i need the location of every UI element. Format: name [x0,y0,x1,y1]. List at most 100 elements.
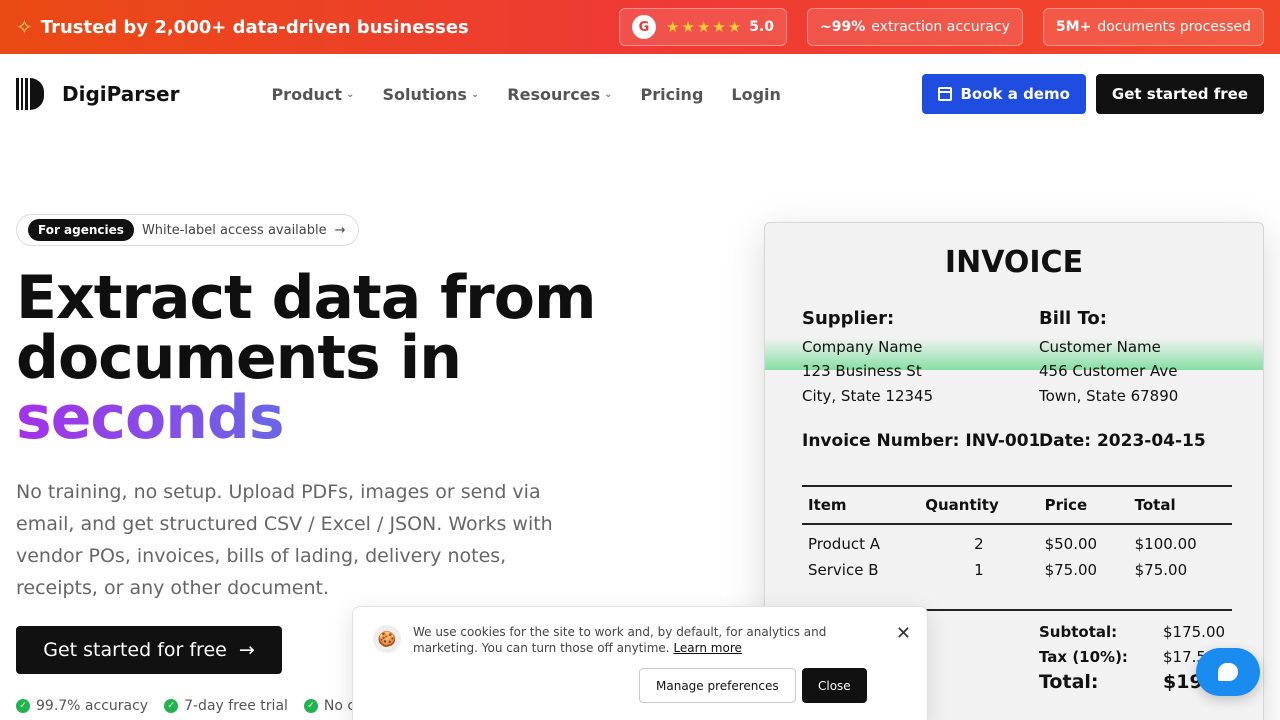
trust-message: ✧ Trusted by 2,000+ data-driven business… [16,15,469,39]
headline-accent: seconds [16,383,285,453]
nav-item-product[interactable]: Product ⌄ [271,85,354,104]
bill-to-block: Bill To: Customer Name 456 Customer Ave … [1039,307,1178,408]
badge-tag: For agencies [28,219,134,241]
cell: 1 [974,561,984,579]
get-started-for-free-button[interactable]: Get started for free → [16,626,282,674]
cta-label: Get started for free [43,639,227,661]
total-label: Tax (10%): [1039,647,1128,666]
star-rating-icon: ★★★★★ [665,18,744,36]
supplier-heading: Supplier: [802,308,895,329]
table-row: Service B 1 $75.00 $75.00 [802,557,1232,583]
cell: $75.00 [1044,561,1098,579]
nav-item-resources[interactable]: Resources ⌄ [507,85,612,104]
documents-pill: 5M+ documents processed [1042,8,1264,46]
chat-launcher-button[interactable] [1196,648,1260,696]
subtotal-row: Subtotal: $175.00 [1039,619,1263,644]
supplier-line: 123 Business St [802,362,922,380]
calendar-icon [938,87,953,101]
column-header: Total [1128,485,1232,525]
chevron-down-icon: ⌄ [470,88,480,100]
close-icon[interactable]: ✕ [896,623,911,644]
badge-text: White-label access available [141,222,327,238]
nav-item-login[interactable]: Login [731,85,781,104]
top-banner: ✧ Trusted by 2,000+ data-driven business… [0,0,1280,54]
supplier-line: Company Name [802,337,923,356]
nav-item-pricing[interactable]: Pricing [640,85,703,104]
trust-text: Trusted by 2,000+ data-driven businesses [40,16,469,38]
sparkle-icon: ✧ [16,15,33,39]
feature-label: No c [323,698,356,714]
nav-actions: Book a demo Get started free [922,74,1264,114]
feature-label: 7-day free trial [184,698,288,714]
invoice-number: Invoice Number: INV-001 [802,431,1041,451]
learn-more-link[interactable]: Learn more [673,641,741,655]
nav-menu: Product ⌄ Solutions ⌄ Resources ⌄ Pricin… [271,85,780,104]
feature-item: ✓ No c [303,698,356,714]
cell: $50.00 [1044,535,1098,553]
close-button[interactable]: Close [802,668,867,703]
total-label: Subtotal: [1039,622,1118,641]
check-circle-icon: ✓ [164,699,179,713]
column-header: Item [802,485,920,525]
cell: Service B [808,561,879,579]
total-label: Total: [1039,670,1099,693]
cell: 2 [974,535,984,553]
invoice-items-table: Item Quantity Price Total Product A 2 $5… [802,485,1232,583]
chat-bubble-icon [1218,663,1238,681]
nav-item-label: Resources [507,84,601,104]
feature-item: ✓ 99.7% accuracy [16,698,148,714]
feature-item: ✓ 7-day free trial [164,698,288,714]
g2-logo-icon: G [631,15,656,39]
arrow-right-icon: → [334,222,346,238]
nav-item-label: Solutions [382,84,467,104]
cell: $100.00 [1134,535,1197,553]
nav-item-label: Login [731,84,781,104]
rating-pill[interactable]: G ★★★★★ 5.0 [618,8,788,46]
nav-item-label: Pricing [640,84,704,104]
brand-logo[interactable]: DigiParser [16,78,179,110]
total-value: $175.00 [1163,622,1226,641]
cookie-banner: 🍪 We use cookies for the site to work an… [352,606,928,720]
nav-item-label: Product [271,84,343,104]
invoice-date: Date: 2023-04-15 [1039,431,1210,451]
logo-icon [16,78,44,110]
book-demo-label: Book a demo [960,85,1070,103]
agency-badge[interactable]: For agencies White-label access availabl… [16,214,359,246]
nav-item-solutions[interactable]: Solutions ⌄ [382,85,479,104]
bill-to-line: Customer Name [1039,337,1161,356]
accuracy-value: ~99% [820,19,866,35]
bill-to-line: Town, State 67890 [1039,386,1179,405]
cell: Product A [808,535,880,553]
hero-headline: Extract data from documents in seconds [16,268,597,448]
chevron-down-icon: ⌄ [604,88,613,100]
check-circle-icon: ✓ [303,699,318,713]
documents-label: documents processed [1097,19,1251,35]
column-header: Price [1038,485,1129,525]
cell: $75.00 [1134,561,1188,579]
bill-to-heading: Bill To: [1039,308,1107,329]
table-header-row: Item Quantity Price Total [802,485,1232,525]
get-started-free-button[interactable]: Get started free [1095,74,1264,114]
main-nav: DigiParser Product ⌄ Solutions ⌄ Resourc… [0,54,1280,134]
supplier-block: Supplier: Company Name 123 Business St C… [802,307,933,408]
feature-list: ✓ 99.7% accuracy ✓ 7-day free trial ✓ No… [16,698,355,714]
feature-label: 99.7% accuracy [36,698,149,714]
book-demo-button[interactable]: Book a demo [922,74,1086,114]
accuracy-label: extraction accuracy [871,19,1010,35]
rating-value: 5.0 [749,19,775,35]
hero-subtext: No training, no setup. Upload PDFs, imag… [16,481,553,599]
chevron-down-icon: ⌄ [346,88,355,100]
brand-name: DigiParser [62,82,180,106]
invoice-title: INVOICE [944,245,1084,280]
check-circle-icon: ✓ [16,699,30,713]
cookie-text: We use cookies for the site to work and,… [413,625,827,655]
table-row: Product A 2 $50.00 $100.00 [802,524,1232,557]
cookie-icon: 🍪 [373,625,401,653]
accuracy-pill: ~99% extraction accuracy [807,8,1023,46]
manage-preferences-button[interactable]: Manage preferences [639,668,796,703]
cookie-message: We use cookies for the site to work and,… [413,624,853,656]
arrow-right-icon: → [238,639,255,661]
bill-to-line: 456 Customer Ave [1039,362,1178,380]
stats-pills: G ★★★★★ 5.0 ~99% extraction accuracy 5M+… [618,8,1264,46]
supplier-line: City, State 12345 [802,386,934,405]
